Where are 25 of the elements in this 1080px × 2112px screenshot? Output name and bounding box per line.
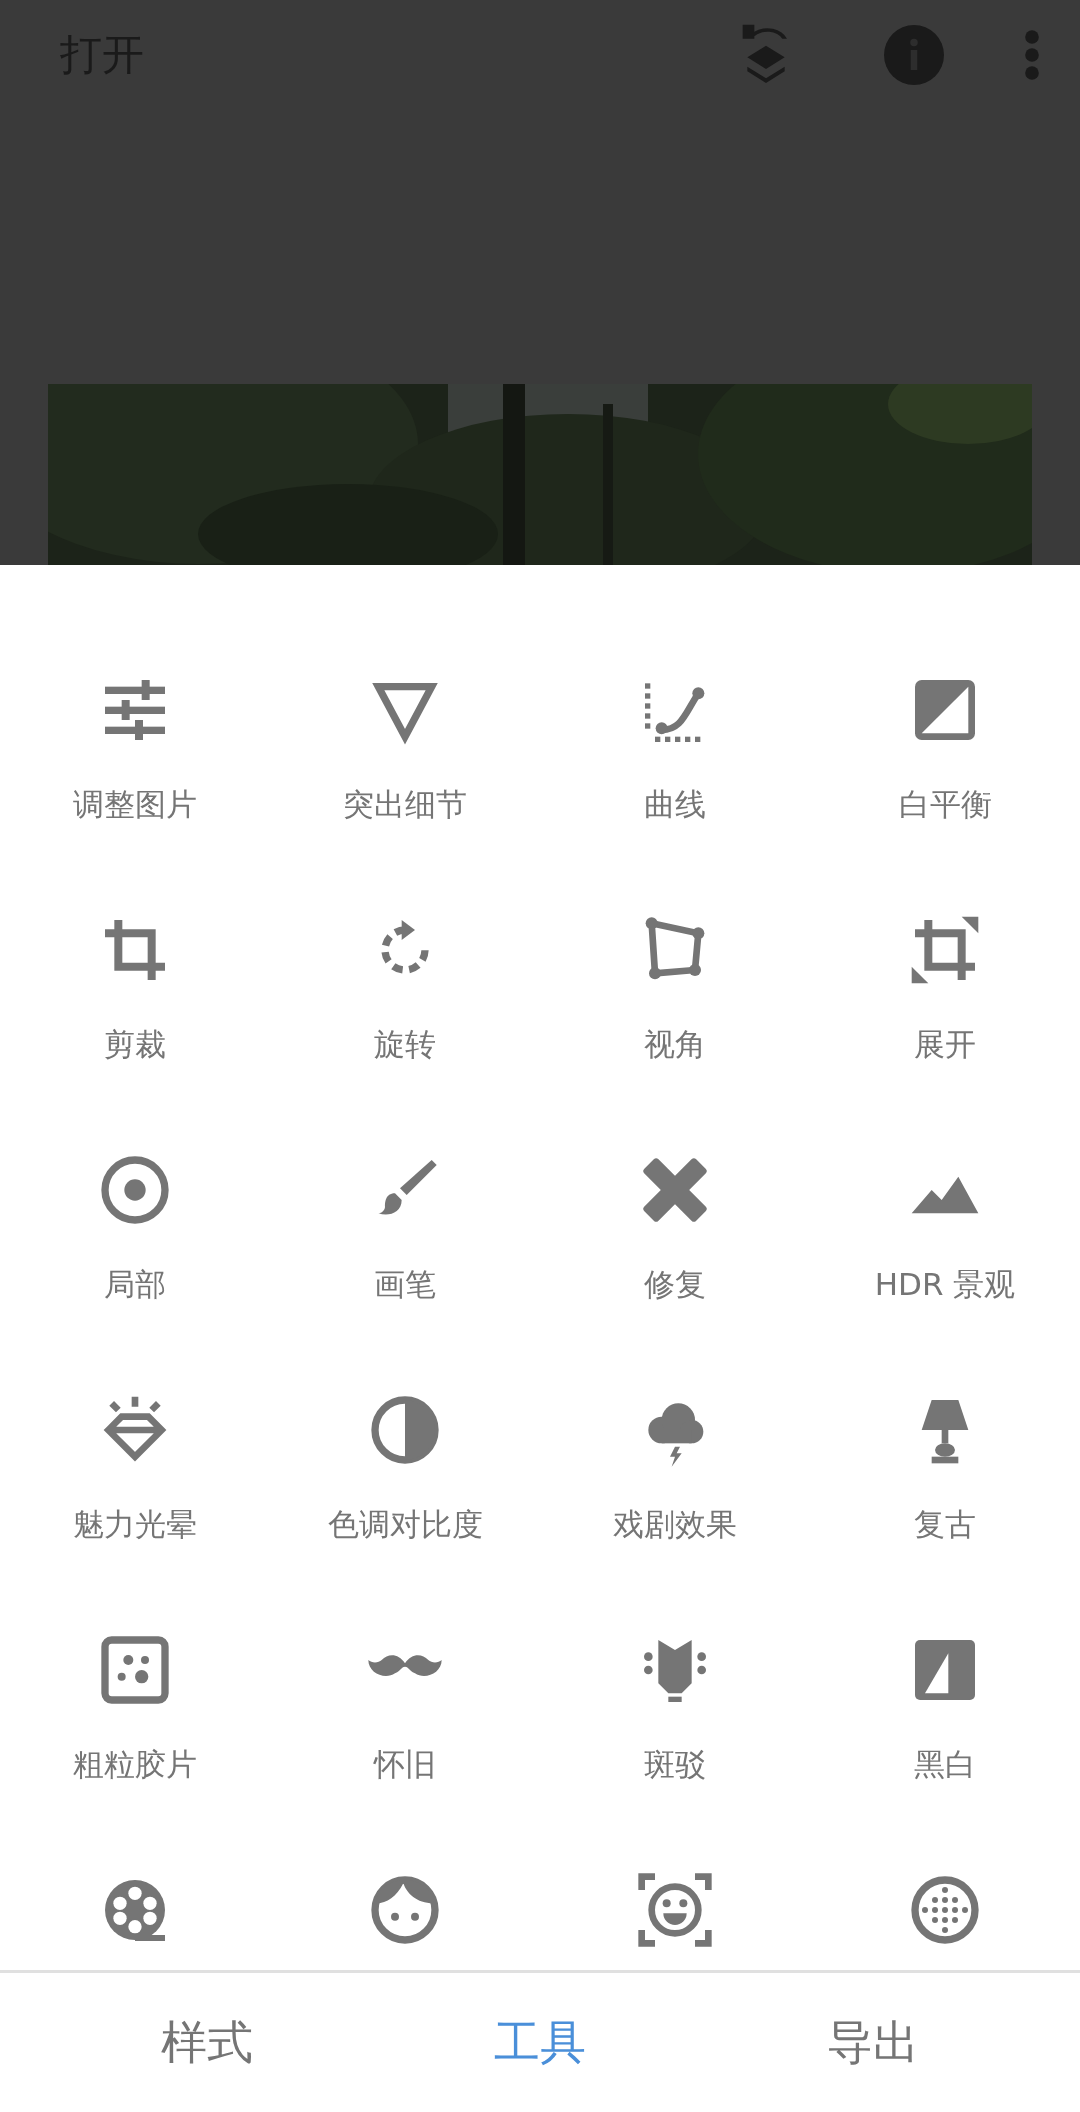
- tool-button[interactable]: 修复: [635, 1150, 715, 1304]
- tool-button[interactable]: 突出细节: [343, 670, 467, 824]
- tool-button[interactable]: 视角: [635, 910, 715, 1064]
- tool-button[interactable]: 旋转: [365, 910, 445, 1064]
- tool-button[interactable]: 复古: [905, 1390, 985, 1544]
- tool-button[interactable]: [635, 1870, 715, 1950]
- bottom-tab[interactable]: 样式: [140, 2001, 273, 2084]
- tool-button[interactable]: 黑白: [905, 1630, 985, 1784]
- tool-button[interactable]: 白平衡: [898, 670, 992, 824]
- tool-button[interactable]: 戏剧效果: [613, 1390, 737, 1544]
- tool-button[interactable]: 画笔: [365, 1150, 445, 1304]
- bottom-tab[interactable]: 导出: [807, 2001, 940, 2084]
- tool-button[interactable]: 色调对比度: [327, 1390, 483, 1544]
- tool-button[interactable]: 剪裁: [95, 910, 175, 1064]
- tool-button[interactable]: 粗粒胶片: [73, 1630, 197, 1784]
- tool-button[interactable]: 怀旧: [365, 1630, 445, 1784]
- tool-button[interactable]: 局部: [95, 1150, 175, 1304]
- tool-button[interactable]: 魅力光晕: [73, 1390, 197, 1544]
- tool-button[interactable]: 展开: [905, 910, 985, 1064]
- tool-button[interactable]: 调整图片: [73, 670, 197, 824]
- tool-button[interactable]: HDR 景观: [874, 1150, 1016, 1304]
- bottom-tab[interactable]: 工具: [474, 2001, 606, 2084]
- tool-button[interactable]: 曲线: [635, 670, 715, 824]
- face-frame-icon: [635, 1870, 715, 1950]
- tool-button[interactable]: 斑驳: [635, 1630, 715, 1784]
